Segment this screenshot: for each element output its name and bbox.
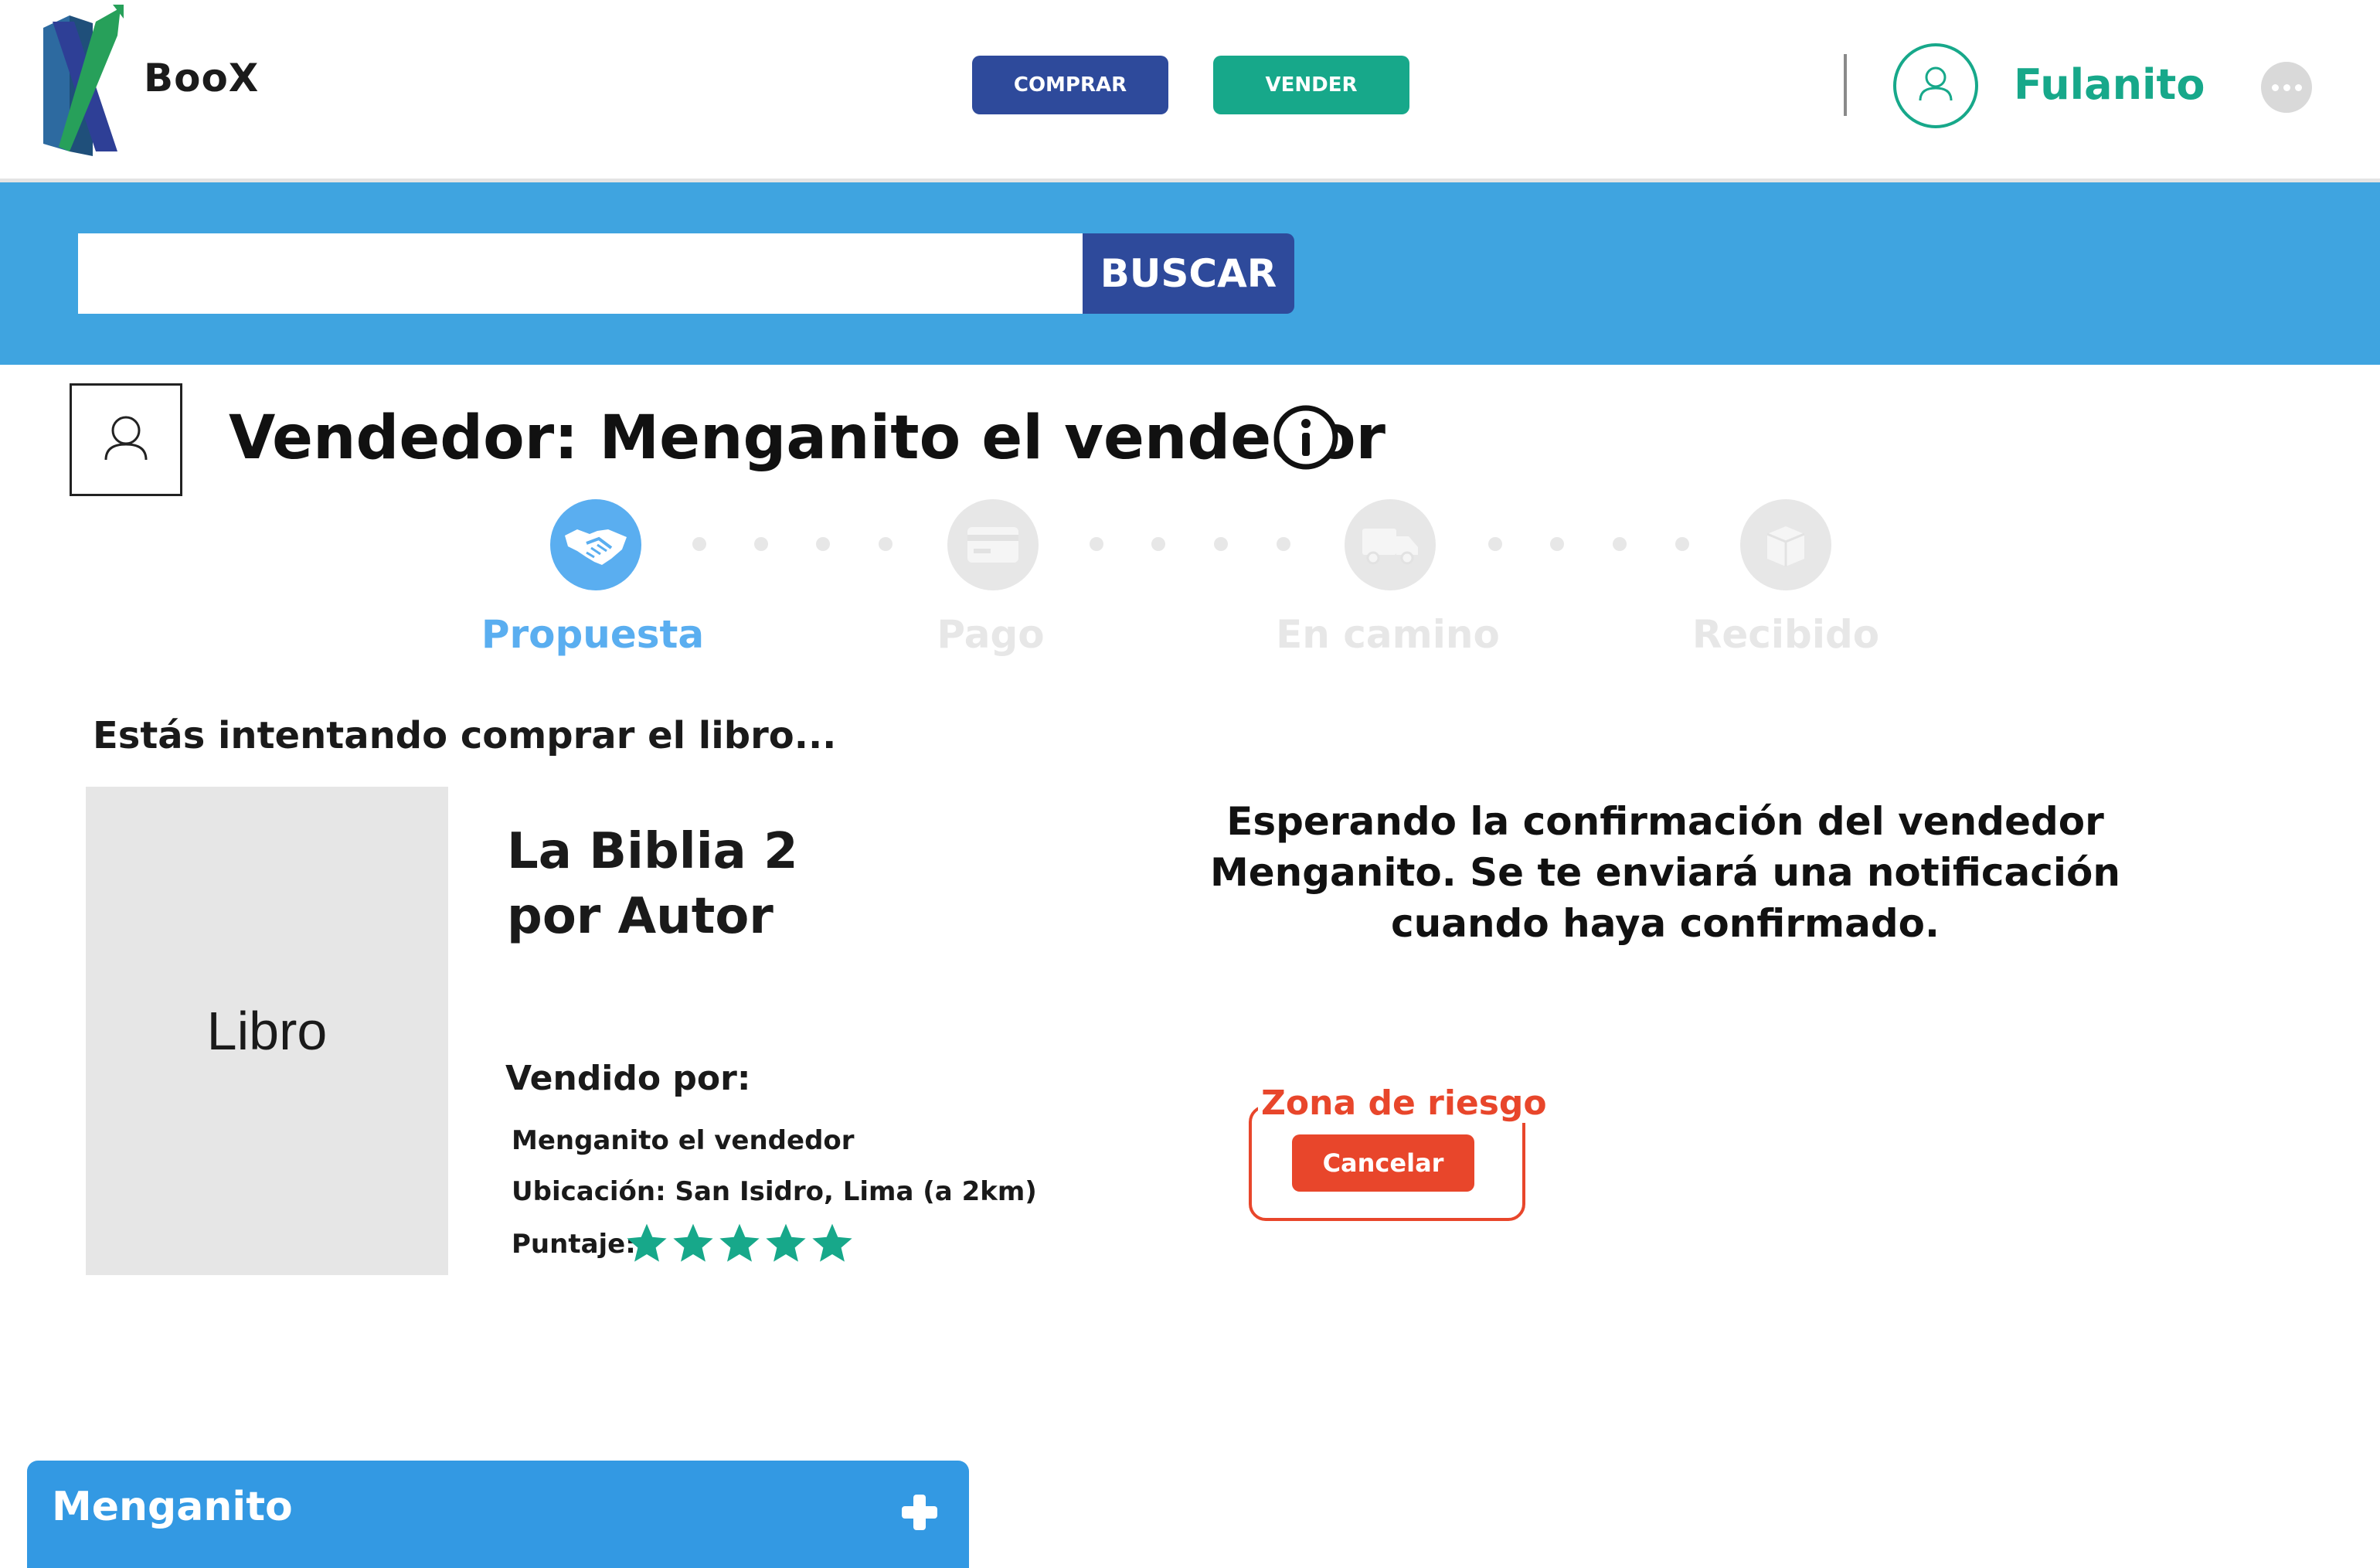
book-title-author[interactable]: por Autor [507,884,798,949]
step-propuesta[interactable] [550,499,641,590]
credit-card-icon [967,527,1018,563]
book-cover-label: Libro [206,1001,328,1061]
search-button[interactable]: BUSCAR [1083,233,1294,314]
sold-by-label: Vendido por: [505,1059,751,1098]
boox-logo-icon[interactable] [39,5,125,156]
step-recibido[interactable] [1740,499,1831,590]
person-icon [104,416,148,461]
cancel-button[interactable]: Cancelar [1292,1134,1474,1192]
top-navbar: BooX COMPRAR VENDER Fulanito [0,0,2380,182]
purchase-intro: Estás intentando comprar el libro... [93,714,837,757]
search-input[interactable] [78,233,1083,314]
risk-zone-label: Zona de riesgo [1258,1083,1550,1123]
box-icon [1766,526,1805,566]
book-title-name[interactable]: La Biblia 2 [507,819,798,884]
brand-name[interactable]: BooX [144,56,259,100]
seller-avatar[interactable] [70,383,182,496]
sell-button[interactable]: VENDER [1213,56,1409,114]
user-name[interactable]: Fulanito [2014,60,2205,109]
more-options-button[interactable] [2261,62,2312,113]
progress-dot [692,537,706,551]
progress-dot [1550,537,1564,551]
seller-name[interactable]: Menganito el vendedor [512,1125,855,1156]
book-title: La Biblia 2 por Autor [507,819,798,949]
star-icon [673,1223,713,1262]
truck-icon [1362,529,1418,565]
more-dot-icon [2271,83,2279,91]
progress-dot [1214,537,1228,551]
star-icon [812,1223,852,1262]
header-divider [1844,54,1847,116]
search-bar: BUSCAR [0,182,2380,365]
progress-dot [1277,537,1290,551]
rating-stars [624,1221,855,1266]
progress-dot [1151,537,1165,551]
step-label-propuesta: Propuesta [481,612,705,657]
progress-dot [754,537,768,551]
seller-location: Ubicación: San Isidro, Lima (a 2km) [512,1176,1037,1207]
star-icon [766,1223,806,1262]
progress-dot [1613,537,1627,551]
handshake-icon [565,529,627,565]
step-en-camino[interactable] [1345,499,1436,590]
progress-dot [816,537,830,551]
more-dot-icon [2294,83,2302,91]
page-title: Vendedor: Menganito el vendedor [229,403,1386,473]
star-icon [719,1223,760,1262]
user-avatar[interactable] [1893,43,1978,128]
step-pago[interactable] [947,499,1039,590]
star-icon [627,1223,667,1262]
progress-dot [1090,537,1103,551]
buy-button[interactable]: COMPRAR [972,56,1168,114]
progress-dot [879,537,892,551]
info-icon[interactable] [1272,403,1340,471]
more-dot-icon [2283,83,2290,91]
rating-label: Puntaje: [512,1229,636,1260]
chat-contact-name[interactable]: Menganito [52,1484,293,1530]
plus-icon[interactable] [899,1491,940,1533]
user-icon [1919,66,1953,101]
progress-dot [1488,537,1502,551]
book-cover-placeholder[interactable]: Libro [86,787,448,1275]
chat-tab[interactable]: Menganito [27,1461,969,1568]
step-label-pago: Pago [937,612,1045,657]
step-label-en-camino: En camino [1276,612,1500,657]
confirmation-status-message: Esperando la confirmación del vendedor M… [1209,799,2120,946]
step-label-recibido: Recibido [1692,612,1880,657]
progress-dot [1675,537,1689,551]
